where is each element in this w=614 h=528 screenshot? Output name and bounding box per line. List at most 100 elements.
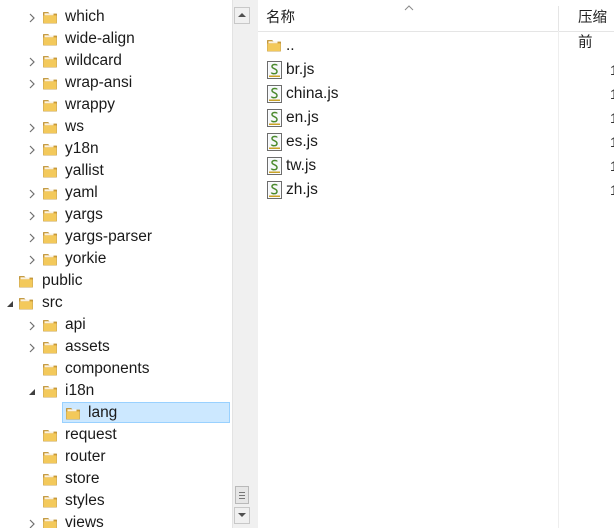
tree-item-wide-align[interactable]: wide-align — [0, 28, 232, 50]
parent-folder-row[interactable]: .. — [258, 34, 614, 58]
js-file-icon-wrap — [266, 181, 283, 199]
pane-splitter[interactable] — [250, 0, 258, 528]
tree-expand-icon[interactable] — [26, 78, 38, 90]
tree-scrollbar[interactable] — [232, 0, 250, 528]
tree-item-label: yallist — [65, 162, 104, 179]
folder-icon — [43, 78, 57, 90]
column-name[interactable]: 名称 — [266, 6, 295, 31]
tree-expand-icon[interactable] — [26, 210, 38, 222]
tree-toggle[interactable] — [26, 55, 38, 67]
tree-expand-icon[interactable] — [26, 320, 38, 332]
tree-toggle[interactable] — [26, 231, 38, 243]
scroll-thumb[interactable] — [235, 486, 249, 504]
folder-icon-wrap — [42, 361, 58, 377]
tree-item-yaml[interactable]: yaml — [0, 182, 232, 204]
folder-icon — [43, 452, 57, 464]
folder-icon-wrap — [42, 185, 58, 201]
tree-item-yorkie[interactable]: yorkie — [0, 248, 232, 270]
tree-expand-icon[interactable] — [26, 144, 38, 156]
folder-icon-wrap — [18, 295, 34, 311]
tree-item-assets[interactable]: assets — [0, 336, 232, 358]
tree-toggle[interactable] — [26, 187, 38, 199]
sort-ascending-icon — [404, 5, 414, 11]
folder-icon — [43, 100, 57, 112]
tree-item-store[interactable]: store — [0, 468, 232, 490]
tree-item-label: styles — [65, 492, 105, 509]
folder-icon-wrap — [18, 273, 34, 289]
tree-expand-icon[interactable] — [26, 518, 38, 528]
tree-expand-icon[interactable] — [26, 122, 38, 134]
file-row[interactable]: zh.js 1 — [258, 178, 614, 202]
tree-toggle[interactable] — [26, 385, 38, 397]
tree-collapse-icon[interactable] — [4, 298, 16, 310]
tree-item-components[interactable]: components — [0, 358, 232, 380]
folder-icon-wrap — [42, 207, 58, 223]
tree-item-y18n[interactable]: y18n — [0, 138, 232, 160]
js-file-icon — [267, 133, 282, 151]
tree-item-label: y18n — [65, 140, 99, 157]
tree-item-label: wrap-ansi — [65, 74, 133, 91]
file-compressed-size: 1 — [610, 134, 614, 150]
tree-item-ws[interactable]: ws — [0, 116, 232, 138]
tree-item-yargs[interactable]: yargs — [0, 204, 232, 226]
tree-expand-icon[interactable] — [26, 342, 38, 354]
column-compressed[interactable]: 压缩前 — [578, 6, 614, 51]
scroll-up-button[interactable] — [234, 7, 250, 24]
tree-item-which[interactable]: which — [0, 6, 232, 28]
tree-toggle[interactable] — [26, 121, 38, 133]
tree-item-label: yargs-parser — [65, 228, 152, 245]
js-file-icon — [267, 85, 282, 103]
tree-toggle[interactable] — [26, 11, 38, 23]
tree-toggle[interactable] — [26, 77, 38, 89]
tree-toggle[interactable] — [26, 341, 38, 353]
folder-icon — [43, 166, 57, 178]
tree-toggle[interactable] — [26, 253, 38, 265]
tree-item-label: yorkie — [65, 250, 107, 267]
tree-collapse-icon[interactable] — [26, 386, 38, 398]
tree-item-yallist[interactable]: yallist — [0, 160, 232, 182]
tree-toggle[interactable] — [26, 319, 38, 331]
tree-item-wrap-ansi[interactable]: wrap-ansi — [0, 72, 232, 94]
tree-item-public[interactable]: public — [0, 270, 232, 292]
scroll-up-icon — [238, 13, 246, 17]
folder-icon-wrap — [42, 9, 58, 25]
folder-icon-wrap — [65, 405, 81, 421]
file-row[interactable]: br.js 1 — [258, 58, 614, 82]
file-list: 名称 压缩前 .. br.js 1 china.js 1 en.js 1 es.js 1 tw.j… — [258, 0, 614, 528]
folder-icon-wrap — [42, 383, 58, 399]
tree-item-wrappy[interactable]: wrappy — [0, 94, 232, 116]
scroll-down-button[interactable] — [234, 507, 250, 524]
tree-expand-icon[interactable] — [26, 254, 38, 266]
tree-item-label: ws — [65, 118, 84, 135]
tree-expand-icon[interactable] — [26, 56, 38, 68]
tree-expand-icon[interactable] — [26, 232, 38, 244]
tree-toggle[interactable] — [4, 297, 16, 309]
folder-icon-wrap — [42, 471, 58, 487]
tree-item-request[interactable]: request — [0, 424, 232, 446]
tree-item-lang[interactable]: lang — [0, 402, 232, 424]
tree-item-api[interactable]: api — [0, 314, 232, 336]
tree-item-src[interactable]: src — [0, 292, 232, 314]
folder-icon — [43, 232, 57, 244]
tree-item-views[interactable]: views — [0, 512, 232, 528]
folder-tree[interactable]: which wide-align wildcard wrap-ansi wrappy ws… — [0, 0, 232, 528]
file-row[interactable]: en.js 1 — [258, 106, 614, 130]
file-row[interactable]: tw.js 1 — [258, 154, 614, 178]
file-row[interactable]: china.js 1 — [258, 82, 614, 106]
tree-item-wildcard[interactable]: wildcard — [0, 50, 232, 72]
tree-item-router[interactable]: router — [0, 446, 232, 468]
tree-item-i18n[interactable]: i18n — [0, 380, 232, 402]
tree-item-label: yaml — [65, 184, 98, 201]
folder-icon-wrap — [42, 229, 58, 245]
file-row[interactable]: es.js 1 — [258, 130, 614, 154]
tree-toggle[interactable] — [26, 517, 38, 528]
tree-item-label: lang — [88, 404, 118, 421]
tree-item-yargs-parser[interactable]: yargs-parser — [0, 226, 232, 248]
file-name: zh.js — [286, 181, 318, 198]
tree-expand-icon[interactable] — [26, 188, 38, 200]
tree-toggle[interactable] — [26, 143, 38, 155]
tree-item-styles[interactable]: styles — [0, 490, 232, 512]
tree-expand-icon[interactable] — [26, 12, 38, 24]
tree-toggle[interactable] — [26, 209, 38, 221]
column-divider[interactable] — [558, 6, 559, 31]
